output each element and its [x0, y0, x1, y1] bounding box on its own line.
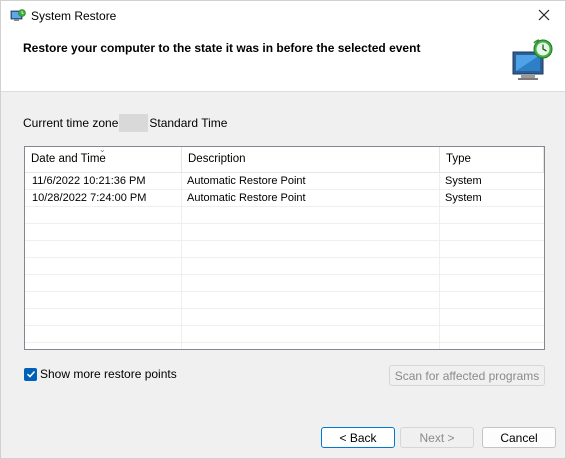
sort-descending-icon: ⌄ [99, 146, 106, 154]
close-button[interactable] [523, 1, 565, 32]
table-row[interactable]: 10/28/2022 7:24:00 PM Automatic Restore … [25, 190, 544, 207]
empty-row [25, 292, 544, 309]
empty-row [25, 258, 544, 275]
show-more-checkbox[interactable] [24, 367, 37, 381]
current-time-zone: Current time zone Standard Time [23, 114, 227, 132]
system-restore-window: System Restore Restore your computer to … [0, 0, 566, 459]
timezone-prefix: Current time zone [23, 116, 119, 130]
empty-row [25, 309, 544, 326]
table-row[interactable]: 11/6/2022 10:21:36 PM Automatic Restore … [25, 173, 544, 190]
empty-row [25, 207, 544, 224]
column-header-date[interactable]: ⌄ Date and Time [25, 147, 182, 173]
scan-affected-programs-button[interactable]: Scan for affected programs [389, 365, 545, 386]
back-button[interactable]: < Back [321, 427, 395, 448]
system-restore-icon [10, 8, 26, 24]
title-bar: System Restore [1, 1, 565, 32]
row-type: System [445, 192, 482, 204]
empty-row [25, 224, 544, 241]
show-more-label[interactable]: Show more restore points [40, 367, 177, 381]
row-description: Automatic Restore Point [187, 175, 306, 187]
empty-row [25, 275, 544, 292]
table-header: ⌄ Date and Time Description Type [25, 147, 544, 173]
show-more-restore-points[interactable]: Show more restore points [24, 367, 177, 381]
wizard-header: Restore your computer to the state it wa… [1, 32, 565, 92]
timezone-suffix: Standard Time [149, 116, 228, 130]
column-header-description[interactable]: Description [182, 147, 440, 173]
row-type: System [445, 175, 482, 187]
timezone-redacted [119, 114, 149, 132]
row-date: 10/28/2022 7:24:00 PM [32, 192, 147, 204]
next-button[interactable]: Next > [400, 427, 474, 448]
checkmark-icon [26, 370, 35, 378]
empty-row [25, 326, 544, 343]
row-date: 11/6/2022 10:21:36 PM [32, 175, 146, 187]
empty-row [25, 241, 544, 258]
close-icon [538, 9, 550, 24]
cancel-button[interactable]: Cancel [482, 427, 556, 448]
window-title: System Restore [31, 9, 117, 23]
column-header-type[interactable]: Type [440, 147, 544, 173]
row-description: Automatic Restore Point [187, 192, 306, 204]
page-heading: Restore your computer to the state it wa… [23, 41, 421, 55]
restore-monitor-icon [509, 36, 557, 84]
restore-points-table[interactable]: ⌄ Date and Time Description Type 11/6/20… [24, 146, 545, 350]
